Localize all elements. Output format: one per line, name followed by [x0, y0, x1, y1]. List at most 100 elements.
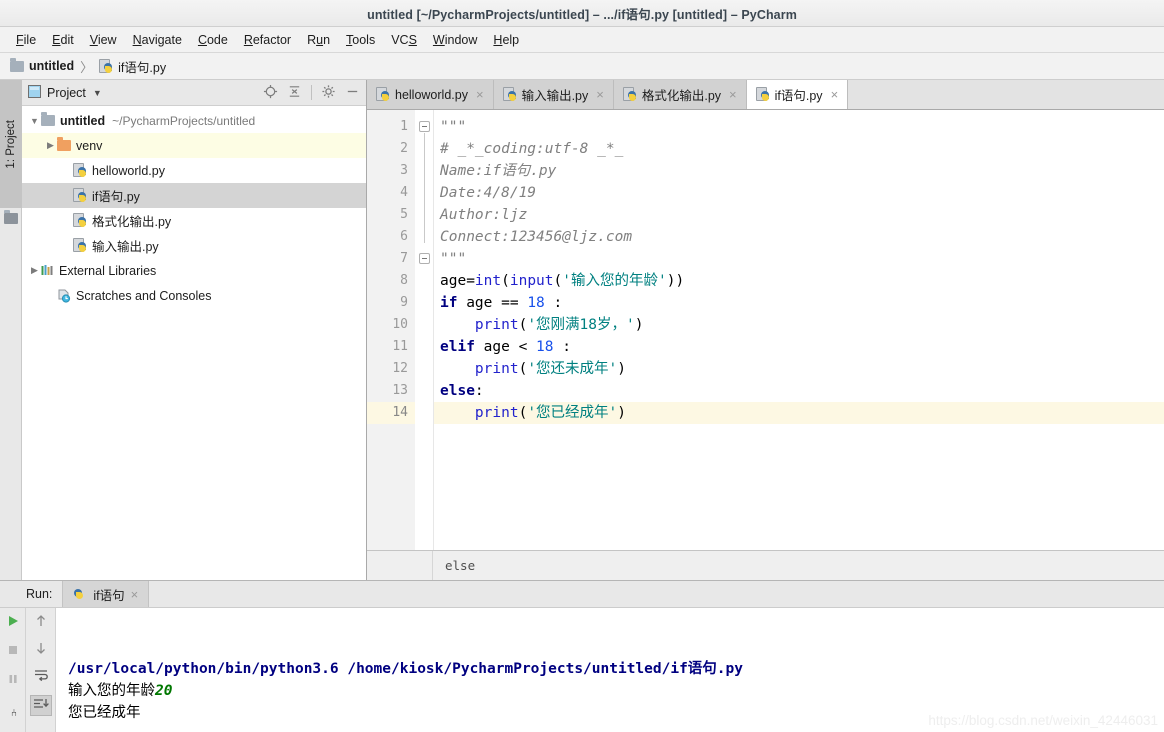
run-panel: Run: if语句 × /usr/local/python/bin/python…: [0, 580, 1164, 732]
console-line: /usr/local/python/bin/python3.6 /home/ki…: [68, 658, 1164, 680]
minimize-icon[interactable]: [345, 84, 360, 102]
menu-item-vcs[interactable]: VCS: [383, 31, 425, 49]
tree-item[interactable]: 输入输出.py: [22, 233, 366, 258]
editor-area: helloworld.py × 输入输出.py × 格式化输出.py × if语句.py × …: [367, 80, 1164, 580]
code-token-doc: Date:4/8/19: [440, 185, 537, 201]
down-arrow-icon[interactable]: [34, 641, 48, 658]
up-arrow-icon[interactable]: [34, 614, 48, 631]
python-file-icon: [755, 87, 770, 102]
line-number: 7: [400, 251, 408, 266]
code-line[interactable]: Name:if语句.py: [440, 160, 1164, 182]
tree-item[interactable]: if语句.py: [22, 183, 366, 208]
python-file-icon: [376, 87, 390, 102]
menu-item-help[interactable]: Help: [485, 31, 527, 49]
sidebar-item-project[interactable]: 1: Project: [0, 80, 22, 208]
tree-item-label: 格式化输出.py: [92, 215, 172, 229]
code-editor[interactable]: 1 2 3 4 5 6 7 8 9 10 11 12 13 14 """ # _*_coding:utf-8…: [367, 110, 1164, 550]
code-token-plain: (: [553, 273, 563, 289]
tree-item[interactable]: External Libraries: [22, 258, 366, 283]
tree-item[interactable]: untitled ~/PycharmProjects/untitled: [22, 108, 366, 133]
menu-item-window[interactable]: Window: [425, 31, 485, 49]
menu-item-navigate[interactable]: Navigate: [125, 31, 190, 49]
breadcrumb-project[interactable]: untitled: [10, 57, 75, 73]
soft-wrap-icon[interactable]: [33, 668, 49, 685]
tree-item[interactable]: venv: [22, 133, 366, 158]
scroll-to-end-icon[interactable]: [29, 695, 52, 716]
window-title: untitled [~/PycharmProjects/untitled] – …: [367, 7, 797, 22]
code-line[interactable]: """: [440, 248, 1164, 270]
close-icon[interactable]: ×: [596, 87, 604, 102]
locate-icon[interactable]: [263, 84, 278, 102]
gear-icon[interactable]: [321, 84, 336, 102]
code-line[interactable]: else:: [440, 380, 1164, 402]
menu-item-edit[interactable]: Edit: [44, 31, 82, 49]
code-line[interactable]: elif age < 18 :: [440, 336, 1164, 358]
close-icon[interactable]: ×: [131, 587, 139, 602]
code-token-plain: age=: [440, 273, 475, 289]
menu-item-tools[interactable]: Tools: [338, 31, 383, 49]
line-number: 10: [392, 317, 408, 332]
toolbar-divider: [311, 85, 312, 100]
menu-item-file[interactable]: File: [8, 31, 44, 49]
chevron-right-icon[interactable]: [44, 140, 57, 151]
stop-icon[interactable]: [6, 643, 20, 660]
workspace: 1: Project Project ▼ ▼ untitled ~/Pychar…: [0, 80, 1164, 580]
tree-item-label: venv: [76, 138, 103, 153]
editor-tab[interactable]: helloworld.py ×: [367, 80, 494, 109]
run-icon[interactable]: [6, 614, 20, 631]
code-line[interactable]: if age == 18 :: [440, 292, 1164, 314]
code-line[interactable]: print('您刚满18岁，'): [440, 314, 1164, 336]
code-token-plain: (: [518, 405, 528, 421]
tree-item-label: 输入输出.py: [92, 240, 159, 254]
menu-item-run[interactable]: Run: [299, 31, 338, 49]
line-number-gutter: 1 2 3 4 5 6 7 8 9 10 11 12 13 14: [367, 110, 415, 550]
code-line[interactable]: age=int(input('输入您的年龄')): [440, 270, 1164, 292]
code-line[interactable]: Author:ljz: [440, 204, 1164, 226]
chevron-down-icon[interactable]: [28, 116, 41, 126]
chevron-down-icon[interactable]: ▼: [93, 88, 102, 98]
menu-item-code[interactable]: Code: [190, 31, 236, 49]
code-token-fn: print: [474, 361, 519, 377]
code-line[interactable]: """: [440, 116, 1164, 138]
bottom-tool-rail[interactable]: ⑂: [0, 690, 26, 732]
project-tree[interactable]: untitled ~/PycharmProjects/untitled venv he…: [22, 106, 366, 580]
menu-item-view[interactable]: View: [82, 31, 125, 49]
code-folding-column[interactable]: [415, 110, 433, 550]
tree-item-label: helloworld.py: [92, 163, 165, 178]
code-line[interactable]: print('您已经成年'): [434, 402, 1164, 424]
tree-item-path: ~/PycharmProjects/untitled: [112, 113, 256, 128]
code-line[interactable]: print('您还未成年'): [440, 358, 1164, 380]
code-token-num: 18: [527, 295, 545, 311]
close-icon[interactable]: ×: [729, 87, 737, 102]
console-line: 您已经成年: [68, 702, 1164, 724]
tree-item[interactable]: Scratches and Consoles: [22, 283, 366, 308]
breadcrumb-project-label: untitled: [29, 59, 75, 73]
breadcrumb-file[interactable]: if语句.py: [99, 57, 166, 76]
code-token-fn: print: [474, 317, 519, 333]
structure-icon[interactable]: [4, 210, 18, 225]
line-number: 14: [367, 402, 415, 424]
editor-tab[interactable]: 输入输出.py ×: [493, 80, 614, 109]
editor-breadcrumb-else[interactable]: else: [433, 558, 475, 573]
editor-tab[interactable]: if语句.py ×: [746, 80, 849, 109]
run-tab-if-statement[interactable]: if语句 ×: [62, 581, 150, 607]
tree-item[interactable]: 格式化输出.py: [22, 208, 366, 233]
pause-icon[interactable]: [6, 672, 20, 689]
chevron-right-icon[interactable]: [28, 265, 41, 276]
code-token-plain: (: [518, 317, 528, 333]
code-line[interactable]: Connect:123456@ljz.com: [440, 226, 1164, 248]
menu-item-refactor[interactable]: Refactor: [236, 31, 299, 49]
code-content[interactable]: """ # _*_coding:utf-8 _*_ Name:if语句.py Date…: [433, 110, 1164, 550]
tree-item[interactable]: helloworld.py: [22, 158, 366, 183]
close-icon[interactable]: ×: [476, 87, 484, 102]
code-line[interactable]: # _*_coding:utf-8 _*_: [440, 138, 1164, 160]
code-line[interactable]: Date:4/8/19: [440, 182, 1164, 204]
line-number: 13: [392, 383, 408, 398]
python-file-icon: [73, 163, 87, 178]
close-icon[interactable]: ×: [831, 87, 839, 102]
tree-item-label: External Libraries: [59, 263, 157, 278]
collapse-all-icon[interactable]: [287, 84, 302, 102]
run-console-output[interactable]: /usr/local/python/bin/python3.6 /home/ki…: [56, 608, 1164, 732]
editor-tab[interactable]: 格式化输出.py ×: [613, 80, 747, 109]
terminal-tab-label: ⑂: [6, 706, 19, 716]
